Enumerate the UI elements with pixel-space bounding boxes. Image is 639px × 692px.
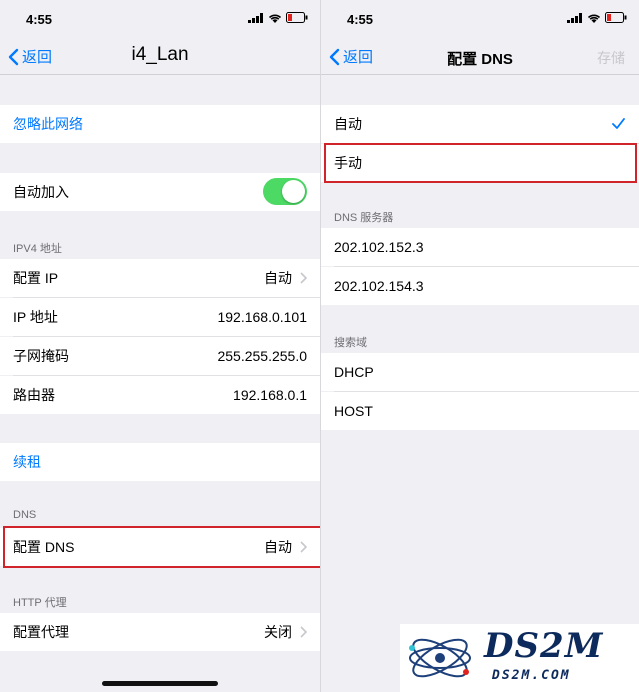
auto-join-label: 自动加入 <box>13 184 69 200</box>
ip-address-label: IP 地址 <box>13 309 58 325</box>
wifi-icon <box>268 14 282 23</box>
chevron-right-icon <box>300 272 307 284</box>
search-domains-header: 搜索域 <box>334 337 367 349</box>
configure-proxy-label: 配置代理 <box>13 624 69 640</box>
search-domain-item[interactable]: DHCP <box>321 353 639 391</box>
wifi-icon <box>587 14 601 23</box>
status-time: 4:55 <box>26 12 53 27</box>
home-indicator <box>102 681 218 686</box>
status-icons <box>567 12 627 23</box>
nav-bar: 返回 配置 DNS 存储 <box>321 38 639 75</box>
signal-icon <box>567 12 582 23</box>
subnet-mask-row: 子网掩码 255.255.255.0 <box>0 337 320 375</box>
watermark-text: DS2M <box>484 626 604 666</box>
search-domain-value: HOST <box>334 403 373 419</box>
configure-ip-label: 配置 IP <box>13 270 59 286</box>
forget-network-label: 忽略此网络 <box>13 116 83 132</box>
router-row: 路由器 192.168.0.1 <box>0 376 320 414</box>
page-title: i4_Lan <box>131 44 189 65</box>
save-button[interactable]: 存储 <box>597 48 625 68</box>
search-domain-item[interactable]: HOST <box>321 392 639 430</box>
status-time: 4:55 <box>347 12 374 27</box>
configure-ip-row[interactable]: 配置 IP 自动 <box>0 259 320 297</box>
signal-icon <box>248 12 263 23</box>
ip-address-value: 192.168.0.101 <box>217 309 307 325</box>
subnet-mask-value: 255.255.255.0 <box>217 348 307 364</box>
ipv4-header: IPV4 地址 <box>13 243 62 255</box>
ip-address-row: IP 地址 192.168.0.101 <box>0 298 320 336</box>
checkmark-icon <box>612 118 625 129</box>
dns-server-value: 202.102.152.3 <box>334 239 424 255</box>
dns-mode-automatic-label: 自动 <box>334 116 362 132</box>
toggle-knob <box>282 180 305 203</box>
http-proxy-header: HTTP 代理 <box>13 597 67 609</box>
atom-logo-icon <box>409 638 471 678</box>
status-icons <box>248 12 308 23</box>
watermark-logo: DS2M DS2M.COM <box>400 624 639 692</box>
configure-proxy-value: 关闭 <box>264 624 292 640</box>
renew-lease-label: 续租 <box>13 454 41 470</box>
dns-server-value: 202.102.154.3 <box>334 278 424 294</box>
page-title: 配置 DNS <box>447 51 513 68</box>
auto-join-row: 自动加入 <box>0 173 320 211</box>
subnet-mask-label: 子网掩码 <box>13 348 69 364</box>
renew-lease-button[interactable]: 续租 <box>0 443 320 481</box>
dns-server-item[interactable]: 202.102.154.3 <box>321 267 639 305</box>
router-label: 路由器 <box>13 387 55 403</box>
dns-mode-automatic[interactable]: 自动 <box>321 105 639 143</box>
search-domain-value: DHCP <box>334 364 374 380</box>
battery-icon <box>286 12 308 23</box>
dns-servers-header: DNS 服务器 <box>334 212 394 224</box>
highlight-box <box>324 143 637 183</box>
status-bar: 4:55 <box>321 0 639 38</box>
router-value: 192.168.0.1 <box>233 387 307 403</box>
dns-server-item[interactable]: 202.102.152.3 <box>321 228 639 266</box>
nav-bar: 返回 i4_Lan <box>0 38 320 75</box>
configure-ip-value: 自动 <box>264 270 292 286</box>
auto-join-toggle[interactable] <box>263 178 307 205</box>
chevron-right-icon <box>300 626 307 638</box>
highlight-box <box>3 526 320 568</box>
forget-network-button[interactable]: 忽略此网络 <box>0 105 320 143</box>
configure-dns-screen: 4:55 返回 配置 DNS 存储 自动 手动 DNS 服务器 202.102.… <box>321 0 639 692</box>
wifi-details-screen: 4:55 返回 i4_Lan 忽略此网络 自动加入 IPV4 地址 配置 IP … <box>0 0 320 692</box>
configure-proxy-row[interactable]: 配置代理 关闭 <box>0 613 320 651</box>
watermark-url: DS2M.COM <box>492 668 571 683</box>
battery-icon <box>605 12 627 23</box>
status-bar: 4:55 <box>0 0 320 38</box>
dns-header: DNS <box>13 509 37 521</box>
